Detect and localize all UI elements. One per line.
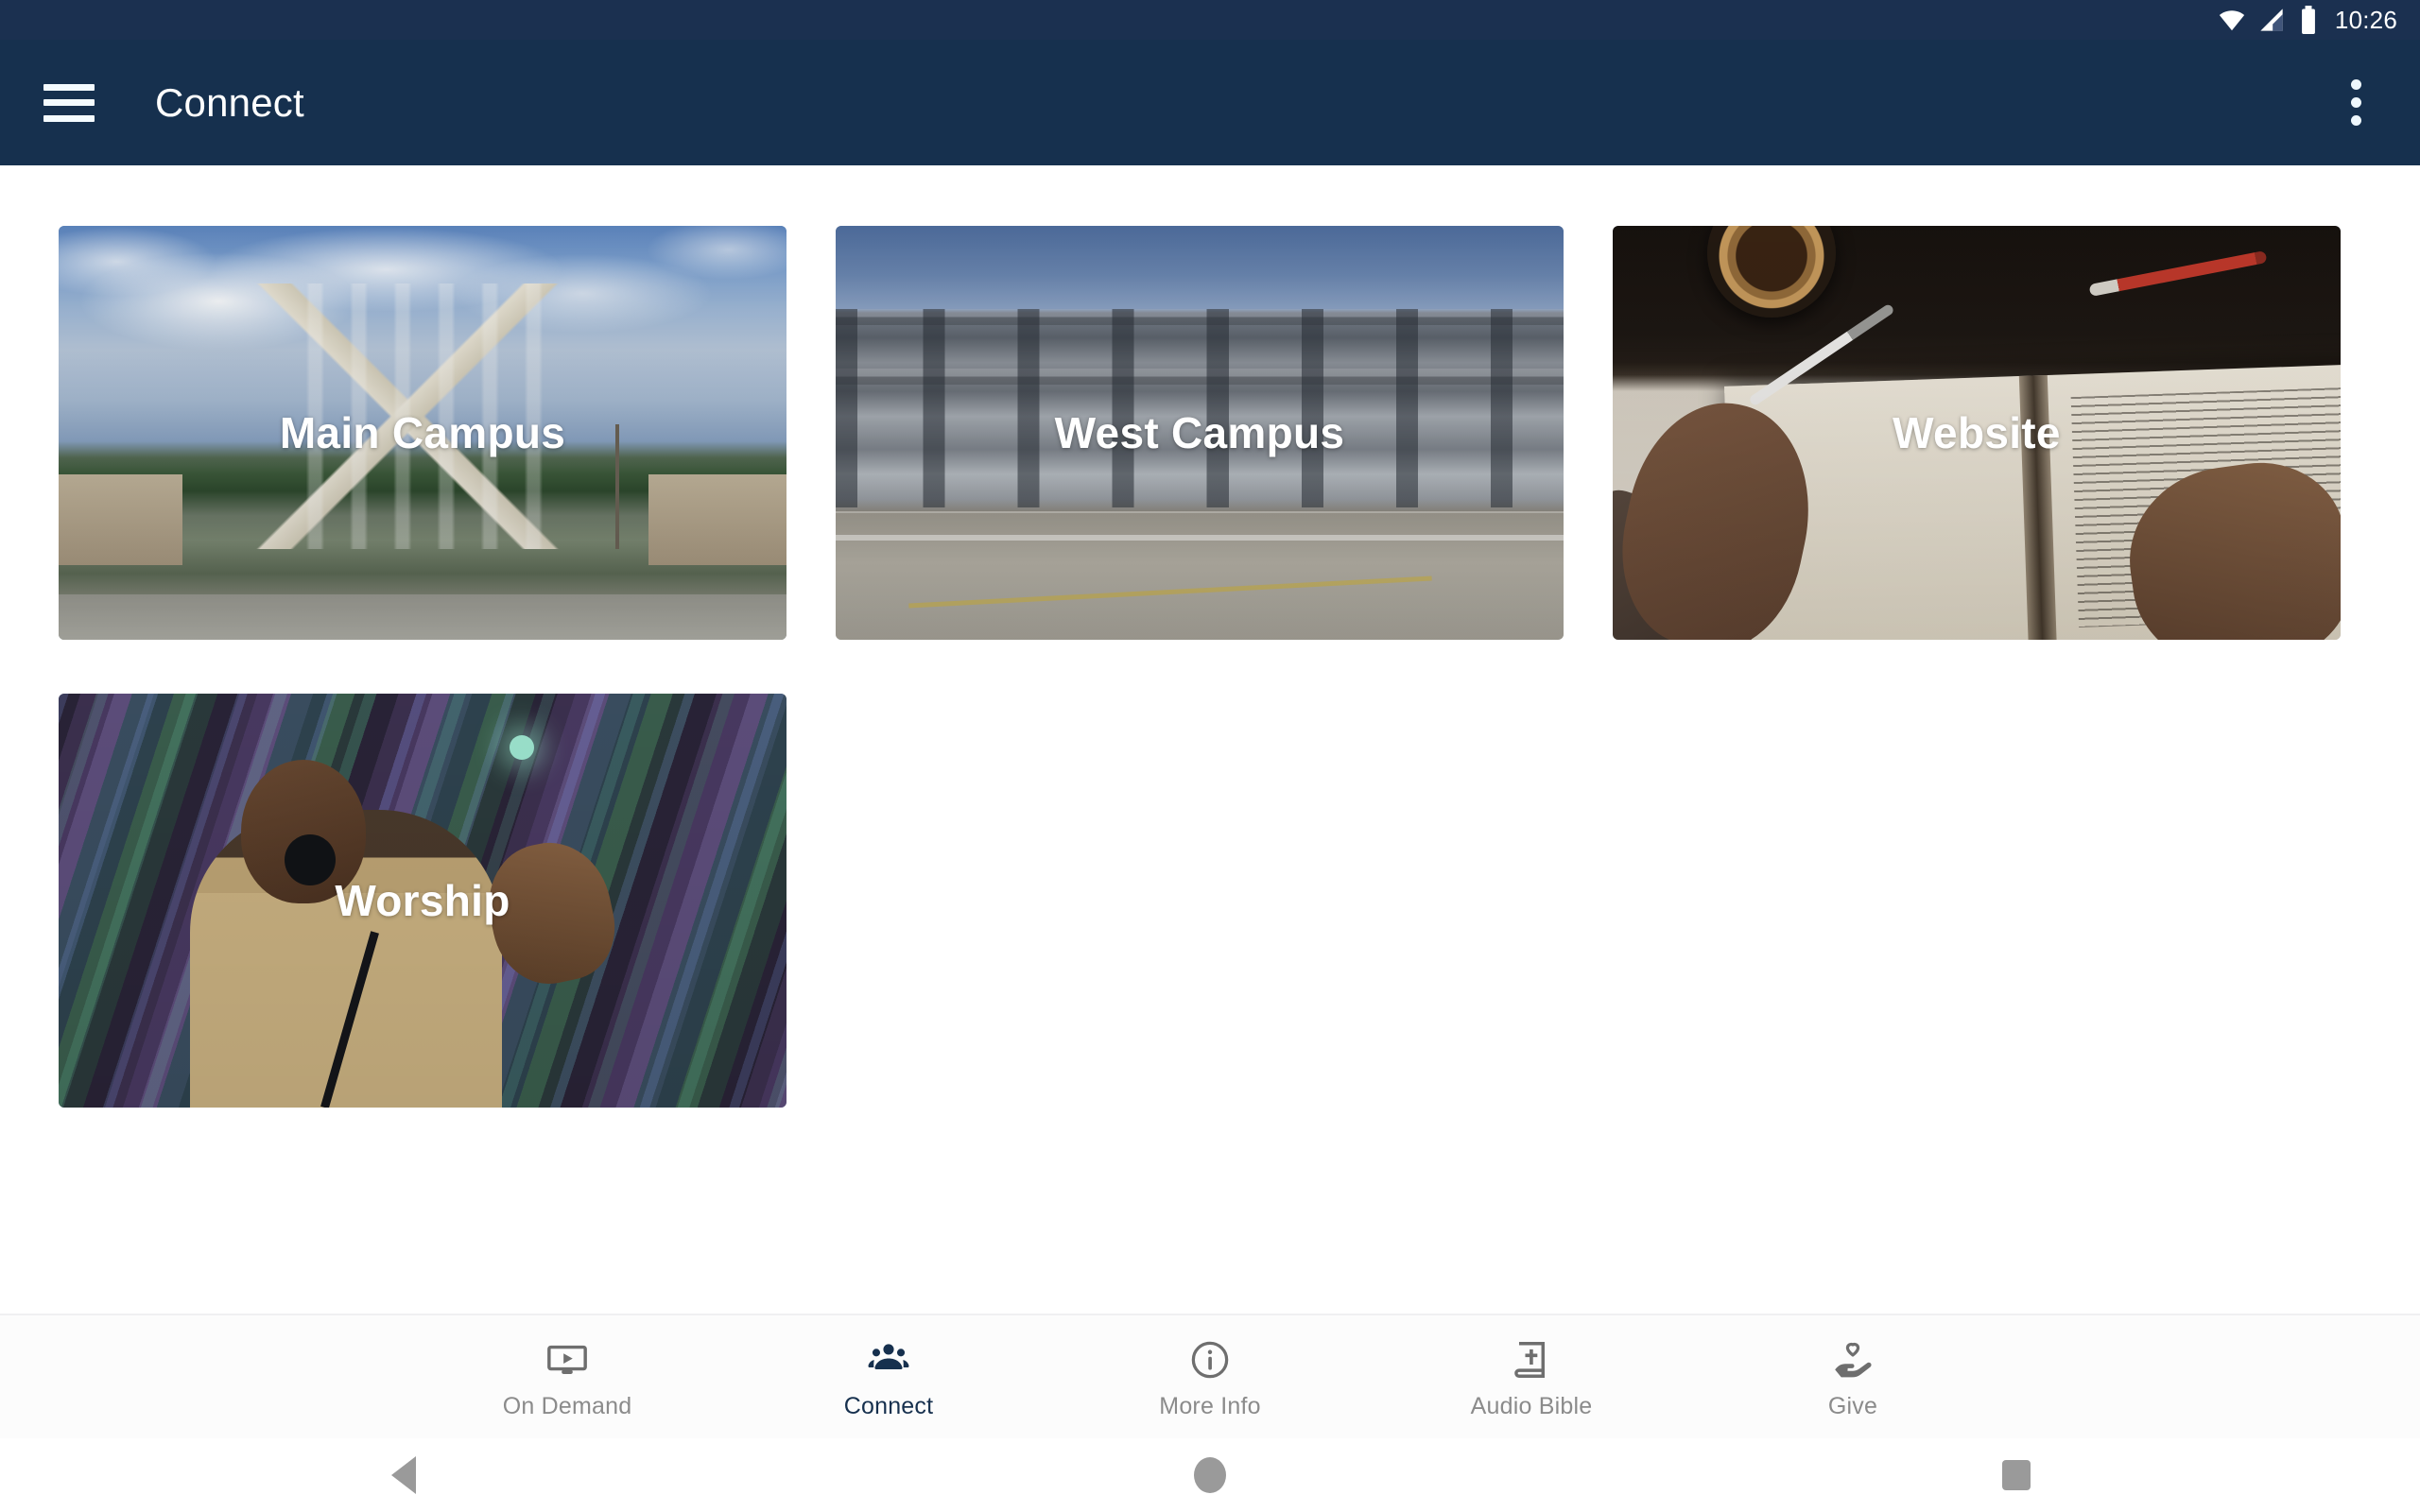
circle-home-icon (1193, 1457, 1226, 1493)
status-icon-group (2218, 6, 2320, 34)
triangle-back-icon (390, 1456, 416, 1494)
nav-label: Give (1827, 1392, 1878, 1419)
android-system-navigation-bar (0, 1438, 2420, 1512)
connect-card-label: Website (1893, 408, 2061, 457)
connect-card-grid: Main Campus West Campus Website Worship (59, 226, 2363, 1108)
page-title: Connect (155, 79, 304, 125)
nav-item-audio-bible[interactable]: Audio Bible (1371, 1334, 1692, 1420)
cellular-signal-icon (2260, 9, 2283, 31)
nav-item-give[interactable]: Give (1692, 1334, 2014, 1420)
connect-card-worship[interactable]: Worship (59, 694, 786, 1108)
overflow-dot (2350, 97, 2361, 108)
bible-book-cross-icon (1514, 1341, 1545, 1378)
home-button[interactable] (806, 1457, 1613, 1493)
more-vert-icon[interactable] (2333, 73, 2378, 133)
connect-card-west-campus[interactable]: West Campus (836, 226, 1564, 640)
nav-item-more-info[interactable]: More Info (1049, 1334, 1371, 1420)
hamburger-bar (43, 99, 95, 106)
connect-card-main-campus[interactable]: Main Campus (59, 226, 786, 640)
battery-icon (2301, 6, 2315, 34)
nav-label: Connect (843, 1392, 934, 1419)
overflow-dot (2350, 79, 2361, 90)
hamburger-bar (43, 114, 95, 122)
connect-card-website[interactable]: Website (1613, 226, 2341, 640)
nav-item-on-demand[interactable]: On Demand (406, 1334, 728, 1420)
hand-holding-heart-icon (1835, 1342, 1872, 1377)
ondemand-video-icon (547, 1345, 587, 1374)
wifi-icon (2219, 10, 2245, 31)
hamburger-bar (43, 83, 95, 91)
overflow-dot (2350, 115, 2361, 126)
back-button[interactable] (0, 1456, 806, 1494)
nav-label: Audio Bible (1470, 1392, 1593, 1419)
bottom-navigation-bar: On Demand Connect More Info Audio Bible (0, 1314, 2420, 1438)
nav-item-connect[interactable]: Connect (728, 1334, 1049, 1420)
groups-people-icon (868, 1343, 909, 1369)
nav-label: On Demand (502, 1392, 632, 1419)
info-circle-icon (1191, 1341, 1229, 1378)
connect-card-label: West Campus (1054, 408, 1345, 457)
connect-content-area: Main Campus West Campus Website Worship (0, 165, 2420, 1314)
nav-label: More Info (1159, 1392, 1261, 1419)
square-recents-icon (2002, 1460, 2031, 1490)
status-bar-clock: 10:26 (2334, 6, 2397, 34)
connect-card-label: Worship (335, 876, 510, 925)
connect-card-label: Main Campus (279, 408, 566, 457)
app-bar: Connect (0, 40, 2420, 165)
recents-button[interactable] (1614, 1460, 2420, 1490)
hamburger-menu-icon[interactable] (43, 83, 95, 122)
status-bar: 10:26 (0, 0, 2420, 40)
